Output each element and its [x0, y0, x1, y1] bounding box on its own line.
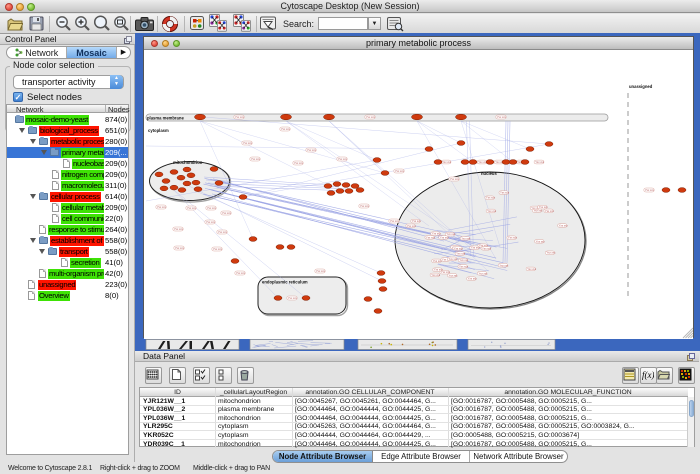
svg-text:Yxx xxx: Yxx xxx — [316, 269, 326, 273]
svg-text:Yxx xxx: Yxx xxx — [175, 246, 185, 250]
svg-text:Yxx xxx: Yxx xxx — [539, 205, 549, 209]
svg-text:Yxx xxx: Yxx xxx — [456, 252, 466, 256]
svg-text:Yxx xxx: Yxx xxx — [448, 257, 458, 261]
svg-text:Yxx xxx: Yxx xxx — [454, 246, 464, 250]
svg-text:Yxx xxx: Yxx xxx — [442, 160, 452, 164]
svg-text:Yxx xxx: Yxx xxx — [446, 232, 456, 236]
svg-text:Yxx xxx: Yxx xxx — [213, 247, 223, 251]
svg-text:Yxx xxx: Yxx xxx — [360, 204, 370, 208]
svg-text:Yxx xxx: Yxx xxx — [482, 246, 492, 250]
svg-text:Yxx xxx: Yxx xxx — [468, 277, 478, 281]
svg-text:Yxx xxx: Yxx xxx — [431, 273, 441, 277]
svg-text:Yxx xxx: Yxx xxx — [395, 169, 405, 173]
svg-text:Yxx xxx: Yxx xxx — [535, 160, 545, 164]
svg-text:Yxx xxx: Yxx xxx — [432, 232, 442, 236]
svg-text:Yxx xxx: Yxx xxx — [174, 227, 184, 231]
svg-text:nucleus: nucleus — [481, 171, 497, 176]
svg-text:unassigned: unassigned — [629, 84, 653, 89]
svg-text:Yxx xxx: Yxx xxx — [251, 157, 261, 161]
svg-text:Yxx xxx: Yxx xxx — [497, 115, 507, 119]
svg-text:Yxx xxx: Yxx xxx — [459, 258, 469, 262]
svg-text:Yxx xxx: Yxx xxx — [508, 236, 518, 240]
svg-text:Yxx xxx: Yxx xxx — [294, 161, 304, 165]
svg-text:plasma membrane: plasma membrane — [147, 116, 184, 121]
svg-text:Yxx xxx: Yxx xxx — [449, 273, 459, 277]
svg-text:Yxx xxx: Yxx xxx — [434, 268, 444, 272]
svg-text:endoplasmic reticulum: endoplasmic reticulum — [262, 280, 308, 285]
svg-text:Yxx xxx: Yxx xxx — [461, 236, 471, 240]
svg-text:Yxx xxx: Yxx xxx — [218, 230, 228, 234]
svg-text:Yxx xxx: Yxx xxx — [235, 115, 245, 119]
svg-text:Yxx xxx: Yxx xxx — [500, 191, 510, 195]
svg-text:Yxx xxx: Yxx xxx — [236, 271, 246, 275]
svg-text:Yxx xxx: Yxx xxx — [243, 141, 253, 145]
svg-text:Yxx xxx: Yxx xxx — [426, 235, 436, 239]
svg-text:Yxx xxx: Yxx xxx — [307, 148, 317, 152]
svg-text:Yxx xxx: Yxx xxx — [536, 239, 546, 243]
svg-text:Yxx xxx: Yxx xxx — [187, 206, 197, 210]
svg-text:Yxx xxx: Yxx xxx — [412, 219, 422, 223]
svg-text:Yxx xxx: Yxx xxx — [546, 251, 556, 255]
svg-text:Yxx xxx: Yxx xxx — [407, 224, 417, 228]
svg-text:mitochondrion: mitochondrion — [173, 160, 203, 165]
svg-text:Yxx xxx: Yxx xxx — [390, 219, 400, 223]
svg-text:Yxx xxx: Yxx xxx — [288, 296, 298, 300]
svg-text:Yxx xxx: Yxx xxx — [559, 224, 569, 228]
svg-text:cytoplasm: cytoplasm — [148, 128, 169, 133]
svg-text:Yxx xxx: Yxx xxx — [527, 267, 537, 271]
svg-text:Yxx xxx: Yxx xxx — [459, 264, 469, 268]
svg-text:Yxx xxx: Yxx xxx — [499, 263, 509, 267]
svg-text:Yxx xxx: Yxx xxx — [487, 209, 497, 213]
svg-text:Yxx xxx: Yxx xxx — [222, 211, 232, 215]
svg-text:Yxx xxx: Yxx xxx — [450, 177, 460, 181]
svg-text:Yxx xxx: Yxx xxx — [281, 127, 291, 131]
svg-text:Yxx xxx: Yxx xxx — [338, 157, 348, 161]
svg-text:Yxx xxx: Yxx xxx — [645, 188, 655, 192]
svg-text:Yxx xxx: Yxx xxx — [545, 209, 555, 213]
svg-text:Yxx xxx: Yxx xxx — [206, 220, 216, 224]
svg-text:Yxx xxx: Yxx xxx — [478, 271, 488, 275]
svg-text:f(x): f(x) — [642, 370, 654, 380]
svg-text:Yxx xxx: Yxx xxx — [471, 246, 481, 250]
svg-text:Yxx xxx: Yxx xxx — [157, 205, 167, 209]
svg-text:Yxx xxx: Yxx xxx — [486, 196, 496, 200]
svg-text:Yxx xxx: Yxx xxx — [366, 115, 376, 119]
svg-text:Yxx xxx: Yxx xxx — [207, 206, 217, 210]
